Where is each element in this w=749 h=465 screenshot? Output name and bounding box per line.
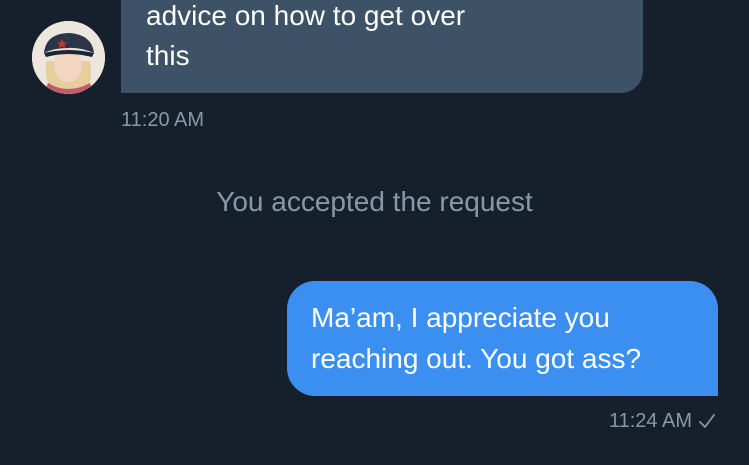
outgoing-message-bubble[interactable]: Ma’am, I appreciate you reaching out. Yo… [287, 281, 718, 396]
check-icon [698, 413, 716, 429]
incoming-timestamp: 11:20 AM [121, 109, 205, 131]
outgoing-timestamp: 11:24 AM [608, 410, 692, 432]
dm-conversation: advice on how to get over this 11:20 AM … [0, 0, 749, 465]
incoming-message-bubble[interactable]: advice on how to get over this [121, 0, 643, 93]
incoming-message-line-2: this [146, 40, 190, 71]
outgoing-message-line-1: Ma’am, I appreciate you [311, 302, 610, 333]
system-message: You accepted the request [216, 186, 533, 217]
outgoing-message-line-2: reaching out. You got ass? [311, 343, 642, 374]
outgoing-timestamp-row: 11:24 AM [609, 409, 716, 433]
incoming-message-line-1: advice on how to get over [146, 0, 466, 31]
avatar[interactable] [32, 21, 105, 94]
